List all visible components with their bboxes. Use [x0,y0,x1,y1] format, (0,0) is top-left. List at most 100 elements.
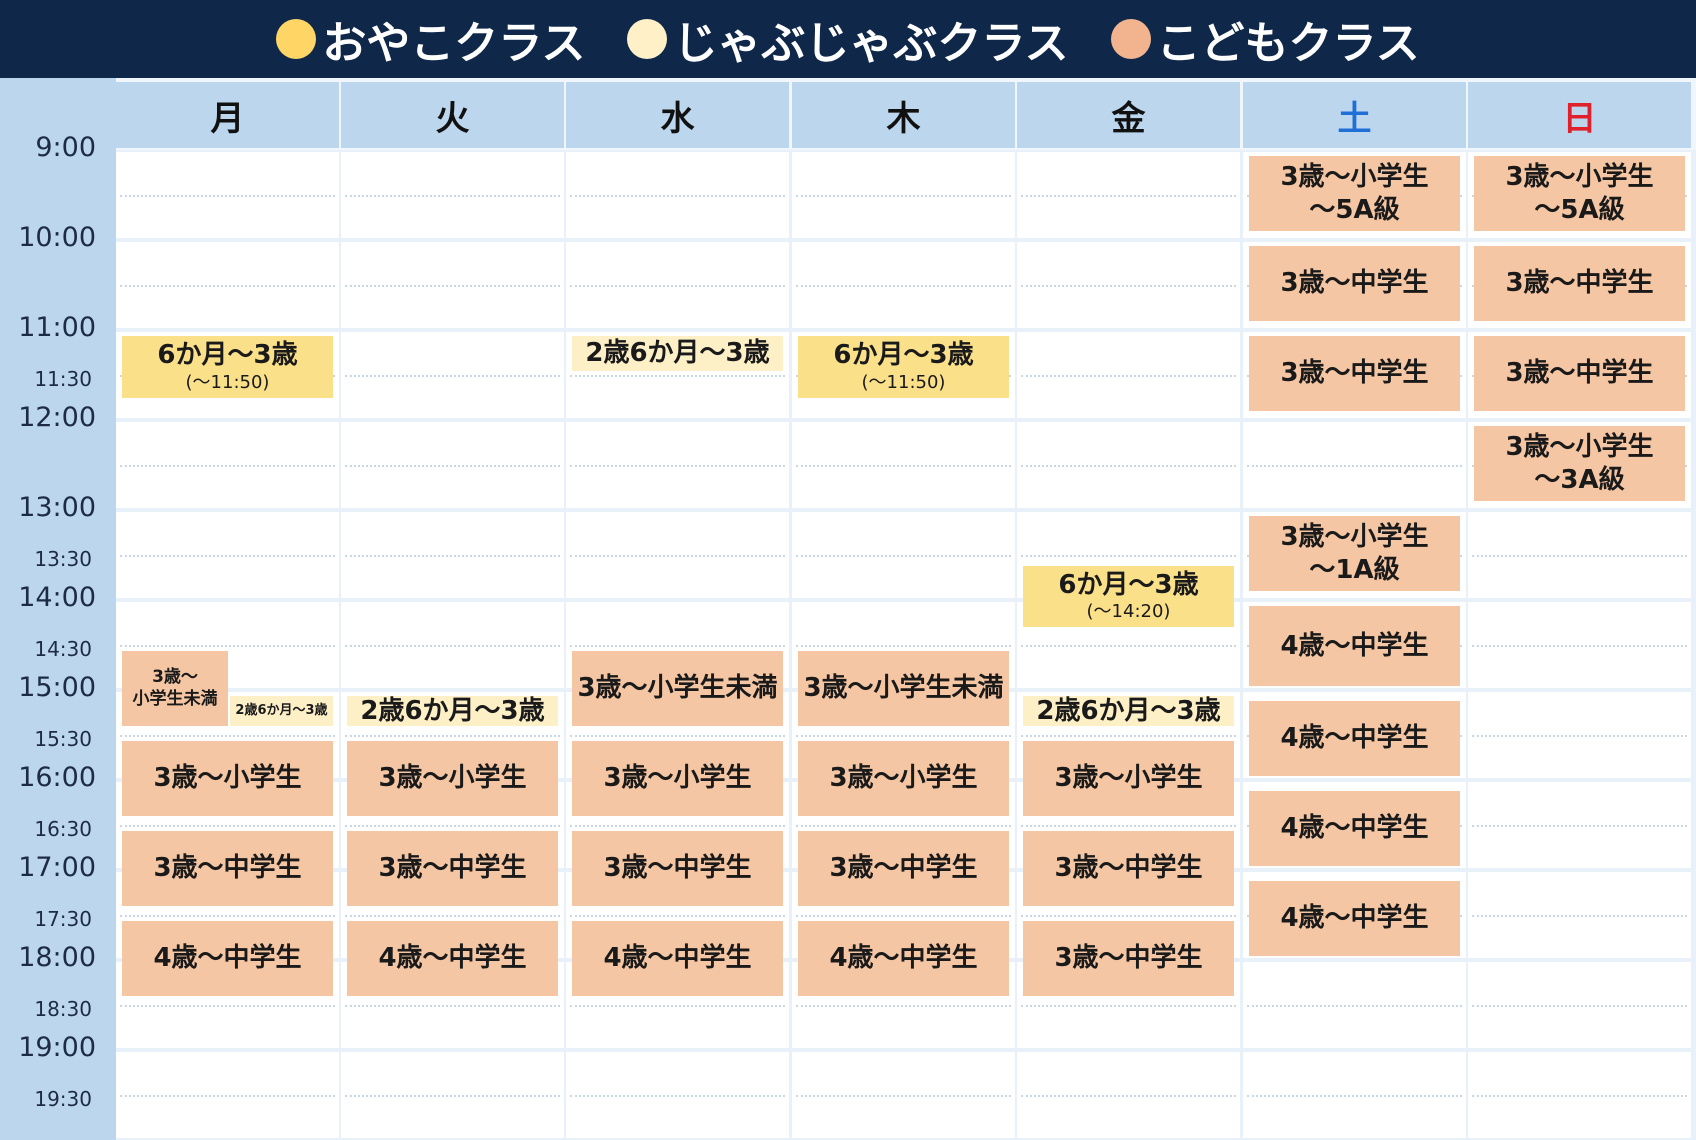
half-hour-line [1472,735,1687,737]
class-block-text: 3歳～小学生 [1280,162,1429,192]
time-label: 11:00 [18,312,96,343]
time-label: 17:30 [34,907,92,931]
class-block-text: 3歳～中学生 [1505,358,1654,389]
time-label: 14:00 [18,582,96,613]
time-label: 13:30 [34,547,92,571]
class-block-text: 4歳～中学生 [829,943,978,974]
time-label: 12:00 [18,402,96,433]
class-block-kodomo: 3歳～中学生 [1474,246,1685,321]
class-block-text: 6か月～3歳 [1058,569,1199,600]
time-label: 9:00 [35,132,96,163]
time-label: 15:30 [34,727,92,751]
class-block-text: 3歳～小学生 [603,763,752,794]
class-block-oyako: 6か月～3歳 (～14:20) [1023,565,1234,627]
day-header-row: 月火水木金土日 [116,78,1696,150]
half-hour-line [570,375,785,377]
time-column: 9:00 10:00 11:00 11:30 12:00 13:00 13:30 14:00 1… [0,78,116,1140]
half-hour-line [345,555,560,557]
grid-cell [1017,332,1240,418]
grid-cell [566,512,789,598]
half-hour-line [345,915,560,917]
half-hour-line [1021,465,1236,467]
grid-cell [1468,512,1691,598]
grid-cell [1468,602,1691,688]
time-label: 19:00 [18,1032,96,1063]
class-block-text: 4歳～中学生 [1280,630,1429,661]
half-hour-line [120,915,335,917]
schedule-table: おやこクラス じゃぶじゃぶクラス こどもクラス 9:00 10:00 11:00 11… [0,0,1696,1140]
half-hour-line [120,1005,335,1007]
legend-label-jabujabu: じゃぶじゃぶクラス [673,18,1069,69]
half-hour-line [345,465,560,467]
class-block-oyako: 6か月～3歳 (～11:50) [798,336,1009,398]
time-label: 18:00 [18,942,96,973]
half-hour-line [120,645,335,647]
class-block-text: 4歳～中学生 [378,943,527,974]
class-block-jabu: 2歳6か月～3歳 [572,336,783,371]
half-hour-line [796,555,1011,557]
half-hour-line [345,645,560,647]
half-hour-line [120,1095,335,1097]
grid-cell [116,512,339,598]
class-block-text: 3歳～小学生未満 [803,673,1004,704]
half-hour-line [570,465,785,467]
half-hour-line [796,285,1011,287]
half-hour-line [1247,1095,1462,1097]
half-hour-line [796,465,1011,467]
legend-dot-oyako [276,19,317,59]
half-hour-line [570,555,785,557]
half-hour-line [345,195,560,197]
class-block-text: 3歳～小学生 [829,763,978,794]
half-hour-line [796,825,1011,827]
half-hour-line [1472,1005,1687,1007]
grid-cell [1468,1052,1691,1138]
class-block-kodomo: 4歳～中学生 [1249,880,1460,956]
time-label: 13:00 [18,492,96,523]
grid-cell [1017,152,1240,238]
grid-cell [566,152,789,238]
class-block-kodomo: 3歳～中学生 [1249,336,1460,411]
grid-cell [1243,422,1466,508]
half-hour-line [345,285,560,287]
half-hour-line [120,465,335,467]
grid-cell [792,512,1015,598]
class-block-kodomo: 3歳～小学生 [572,741,783,816]
time-label: 14:30 [34,637,92,661]
class-block-kodomo: 3歳～中学生 [1249,246,1460,321]
half-hour-line [1472,825,1687,827]
grid-cell [1468,782,1691,868]
grid-cell [1243,962,1466,1048]
grid-cell [792,422,1015,508]
class-block-kodomo: 3歳～小学生 ～3A級 [1474,426,1685,501]
class-block-text: 2歳6か月～3歳 [1036,695,1221,726]
grid-cell [341,242,564,328]
half-hour-line [345,1095,560,1097]
grid-cell [566,422,789,508]
class-block-text: 2歳6か月～3歳 [235,702,328,718]
legend-item-jabujabu: じゃぶじゃぶクラス [627,7,1069,71]
grid-cell [116,422,339,508]
class-block-end-time: (～14:20) [1086,601,1171,623]
half-hour-line [796,195,1011,197]
day-header-4: 金 [1017,82,1240,148]
half-hour-line [120,285,335,287]
legend-item-kodomo: こどもクラス [1110,7,1420,71]
half-hour-line [570,645,785,647]
class-block-text: 3歳～中学生 [153,853,302,884]
class-block-text: 3歳～中学生 [1054,943,1203,974]
class-block-text: 4歳～中学生 [1280,812,1429,843]
time-label: 18:30 [34,997,92,1021]
class-block-kodomo: 3歳～中学生 [1023,831,1234,906]
class-block-text: 3歳～中学生 [1505,268,1654,299]
time-label: 17:00 [18,852,96,883]
half-hour-line [120,735,335,737]
class-block-kodomo: 3歳～小学生未満 [122,651,228,726]
half-hour-line [1021,1005,1236,1007]
class-block-jabu: 2歳6か月～3歳 [1023,696,1234,726]
legend-dot-jabujabu [627,19,668,59]
class-block-end-time: (～11:50) [185,371,270,393]
half-hour-line [1021,825,1236,827]
half-hour-line [345,375,560,377]
half-hour-line [796,1005,1011,1007]
time-label: 10:00 [18,222,96,253]
